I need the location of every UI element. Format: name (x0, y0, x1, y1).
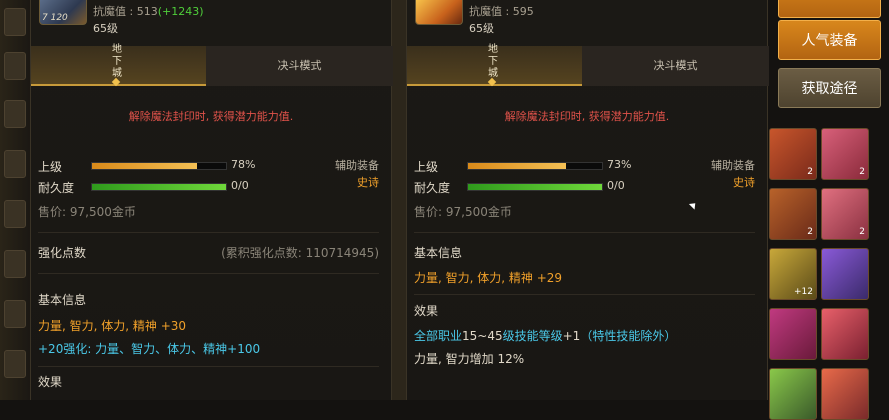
grade-label: 上级 (414, 160, 439, 174)
effect-skill-level-text: 级技能等级 (502, 329, 563, 343)
sell-price: 售价: 97,500金币 (38, 205, 136, 219)
tab-dungeon-label: 地 下 城 (488, 44, 498, 79)
tab-duel[interactable]: 决斗模式 (206, 46, 393, 86)
inventory-slot[interactable]: +12 (769, 248, 817, 300)
seal-warning: 解除魔法封印时, 获得潜力能力值. (128, 110, 294, 123)
effect-stat-line: 力量, 智力增加 12% (414, 352, 525, 366)
divider (38, 273, 379, 274)
enhance-bonus-line: +20强化: 力量、智力、体力、精神+100 (38, 342, 261, 356)
basic-info-stat-line: 力量, 智力, 体力, 精神 +29 (414, 271, 563, 285)
grade-bar (91, 162, 227, 170)
background-chip (4, 52, 26, 80)
inventory-slot[interactable] (821, 248, 869, 300)
item-category: 辅助装备 (711, 159, 755, 172)
item-tooltip-left: 7 120 抗魔值 : 513(+1243) 65级 地 下 城 决斗模式 解除… (30, 0, 393, 400)
sell-price: 售价: 97,500金币 (414, 205, 512, 219)
inventory-slot[interactable] (769, 308, 817, 360)
effect-skill-exclusion: （特性技能除外） (580, 329, 677, 343)
inventory-slot[interactable] (769, 368, 817, 420)
inventory-slot-count: 2 (859, 227, 865, 237)
background-chip (4, 200, 26, 228)
mode-tabs: 地 下 城 决斗模式 (31, 44, 393, 87)
item-rarity: 史诗 (357, 176, 379, 189)
tab-dungeon[interactable]: 地 下 城 (31, 44, 206, 87)
divider (38, 366, 379, 367)
enhance-points-total: (累积强化点数: 110714945) (221, 246, 379, 260)
basic-info-title: 基本信息 (38, 293, 87, 307)
durability-bar-fill (468, 184, 602, 190)
inventory-slot[interactable] (821, 308, 869, 360)
item-icon (415, 0, 463, 25)
durability-bar (91, 183, 227, 191)
inventory-slot-count: 2 (859, 167, 865, 177)
item-icon-level: 7 120 (42, 13, 68, 23)
inventory-slot[interactable]: 2 (769, 128, 817, 180)
background-chip (4, 8, 26, 36)
item-level: 65级 (469, 22, 494, 35)
basic-info-title: 基本信息 (414, 246, 463, 260)
background-left-strip (0, 0, 30, 400)
mode-tabs: 地 下 城 决斗模式 (407, 44, 769, 87)
durability-value: 0/0 (231, 179, 249, 192)
tab-dungeon[interactable]: 地 下 城 (407, 44, 582, 87)
basic-info-stat-line: 力量, 智力, 体力, 精神 +30 (38, 319, 187, 333)
magic-resist-stat: 抗魔值 : 513(+1243) (93, 3, 204, 19)
inventory-slot-count: 2 (807, 167, 813, 177)
grade-label: 上级 (38, 160, 63, 174)
background-chip (4, 250, 26, 278)
grade-percent: 73% (607, 158, 632, 171)
durability-label: 耐久度 (414, 181, 451, 195)
magic-resist-value: 抗魔值 : 513 (93, 5, 158, 18)
inventory-slot-count: 2 (807, 227, 813, 237)
enhance-points-title: 强化点数 (38, 246, 87, 260)
durability-label: 耐久度 (38, 181, 75, 195)
grade-bar-fill (468, 163, 566, 169)
item-category: 辅助装备 (335, 159, 379, 172)
tab-dungeon-label: 地 下 城 (112, 44, 122, 79)
durability-bar (467, 183, 603, 191)
divider (414, 294, 755, 295)
inventory-slot[interactable]: 2 (769, 188, 817, 240)
background-chip (4, 150, 26, 178)
effect-title: 效果 (38, 375, 63, 389)
item-icon: 7 120 (39, 0, 87, 25)
popular-gear-button[interactable]: 人气装备 (778, 20, 881, 60)
item-level: 65级 (93, 22, 118, 35)
item-rarity: 史诗 (733, 176, 755, 189)
item-tooltip-right: 抗魔值 : 595 65级 地 下 城 决斗模式 解除魔法封印时, 获得潜力能力… (406, 0, 769, 400)
effect-skill-range: 15~45 (462, 329, 503, 343)
divider (38, 232, 379, 233)
inventory-slot-count: +12 (794, 287, 813, 297)
panel-divider (392, 0, 406, 400)
background-chip (4, 300, 26, 328)
top-button-partial[interactable] (778, 0, 881, 18)
inventory-slot[interactable]: 2 (821, 128, 869, 180)
durability-bar-fill (92, 184, 226, 190)
inventory-slot[interactable]: 2 (821, 188, 869, 240)
grade-bar-fill (92, 163, 197, 169)
tab-duel[interactable]: 决斗模式 (582, 46, 769, 86)
magic-resist-bonus: (+1243) (157, 5, 204, 18)
effect-skill-plus: +1 (562, 329, 581, 343)
effect-title: 效果 (414, 304, 439, 318)
divider (414, 232, 755, 233)
seal-warning: 解除魔法封印时, 获得潜力能力值. (504, 110, 670, 123)
get-route-button[interactable]: 获取途径 (778, 68, 881, 108)
durability-value: 0/0 (607, 179, 625, 192)
inventory-slot[interactable] (821, 368, 869, 420)
grade-bar (467, 162, 603, 170)
effect-skill-line: 全部职业15~45级技能等级+1（特性技能除外） (414, 327, 676, 344)
grade-percent: 78% (231, 158, 256, 171)
background-chip (4, 100, 26, 128)
effect-skill-scope: 全部职业 (414, 329, 463, 343)
background-chip (4, 350, 26, 378)
magic-resist-value: 抗魔值 : 595 (469, 5, 534, 18)
